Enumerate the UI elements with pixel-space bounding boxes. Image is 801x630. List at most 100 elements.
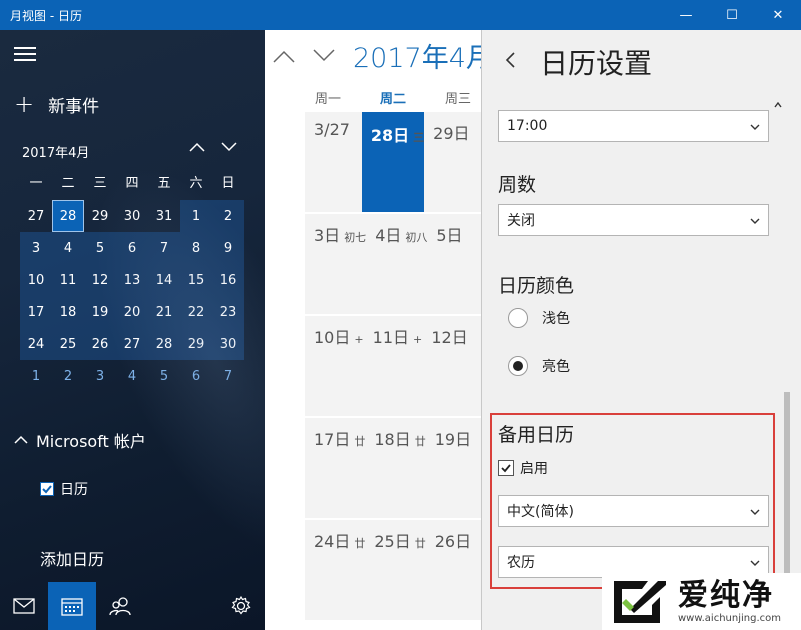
mini-day-cell[interactable]: 24 xyxy=(20,328,52,360)
today-day-cell[interactable]: 28日三 xyxy=(361,112,425,212)
day-cell[interactable]: 3/27 xyxy=(305,112,362,212)
gear-icon[interactable] xyxy=(217,582,265,630)
next-month-icon[interactable] xyxy=(313,44,335,68)
mini-day-cell[interactable]: 5 xyxy=(84,232,116,264)
mini-day-cell[interactable]: 1 xyxy=(180,200,212,232)
minimize-button[interactable]: — xyxy=(663,0,709,30)
window-title: 月视图 - 日历 xyxy=(10,9,82,23)
day-cell[interactable]: 18日廿 xyxy=(365,418,425,518)
mini-day-cell[interactable]: 19 xyxy=(84,296,116,328)
calendar-item-label: 日历 xyxy=(60,482,88,498)
mini-day-cell[interactable]: 7 xyxy=(148,232,180,264)
checkbox-icon[interactable] xyxy=(498,460,514,476)
enable-alternate-calendar[interactable]: 启用 xyxy=(498,458,548,478)
mini-day-cell[interactable]: 7 xyxy=(212,360,244,392)
watermark-brand: 爱纯净 xyxy=(678,577,774,613)
mini-day-cell[interactable]: 26 xyxy=(84,328,116,360)
mini-calendar-next-icon[interactable] xyxy=(219,140,239,156)
alternate-language-select[interactable]: 中文(简体) xyxy=(498,495,769,527)
account-section-header[interactable]: Microsoft 帐户 xyxy=(14,428,146,452)
mini-day-cell[interactable]: 22 xyxy=(180,296,212,328)
mini-day-cell[interactable]: 23 xyxy=(212,296,244,328)
day-cell[interactable]: 11日 + xyxy=(364,316,423,416)
mini-day-cell[interactable]: 29 xyxy=(84,200,116,232)
close-button[interactable]: ✕ xyxy=(755,0,801,30)
scroll-up-arrow-icon[interactable] xyxy=(774,100,782,111)
mini-day-cell[interactable]: 4 xyxy=(116,360,148,392)
maximize-button[interactable]: ☐ xyxy=(709,0,755,30)
mini-day-cell[interactable]: 9 xyxy=(212,232,244,264)
day-cell[interactable]: 3日 初七 xyxy=(305,214,366,314)
people-icon[interactable] xyxy=(96,582,144,630)
enable-label: 启用 xyxy=(520,461,548,477)
mini-day-cell[interactable]: 1 xyxy=(20,360,52,392)
mini-week-row: 10 11 12 13 14 15 16 xyxy=(20,264,244,296)
checkbox-icon[interactable] xyxy=(40,482,54,496)
color-option-bright-label: 亮色 xyxy=(542,359,570,375)
day-cell[interactable]: 12日 xyxy=(422,316,481,416)
day-cell[interactable]: 26日 xyxy=(426,520,481,620)
mini-day-cell[interactable]: 12 xyxy=(84,264,116,296)
day-cell[interactable]: 24日廿 xyxy=(305,520,365,620)
week-numbers-value: 关闭 xyxy=(507,213,535,229)
day-cell[interactable]: 25日廿 xyxy=(365,520,425,620)
color-option-light[interactable]: 浅色 xyxy=(508,308,570,328)
mini-day-cell[interactable]: 3 xyxy=(84,360,116,392)
mini-day-cell[interactable]: 11 xyxy=(52,264,84,296)
mini-day-cell[interactable]: 6 xyxy=(116,232,148,264)
mini-day-cell[interactable]: 20 xyxy=(116,296,148,328)
mini-day-cell[interactable]: 16 xyxy=(212,264,244,296)
mini-weekday-label: 五 xyxy=(157,175,171,191)
mini-day-cell[interactable]: 4 xyxy=(52,232,84,264)
calendar-toggle[interactable]: 日历 xyxy=(40,479,88,499)
new-event-button[interactable]: + 新事件 xyxy=(14,90,99,118)
mini-day-cell[interactable]: 3 xyxy=(20,232,52,264)
mini-day-cell[interactable]: 25 xyxy=(52,328,84,360)
mini-day-cell[interactable]: 14 xyxy=(148,264,180,296)
day-cell[interactable]: 19日 xyxy=(426,418,481,518)
add-calendar-link[interactable]: 添加日历 xyxy=(40,546,104,570)
day-date: 3日 xyxy=(314,226,341,245)
lunar-date: 三 xyxy=(413,131,425,144)
day-cell[interactable]: 5日 xyxy=(427,214,481,314)
mini-day-cell[interactable]: 15 xyxy=(180,264,212,296)
back-arrow-icon[interactable] xyxy=(504,50,516,74)
mini-day-cell[interactable]: 13 xyxy=(116,264,148,296)
hamburger-menu-icon[interactable] xyxy=(14,47,36,61)
week-numbers-select[interactable]: 关闭 xyxy=(498,204,769,236)
app-switcher-bar xyxy=(0,582,265,630)
mini-day-cell[interactable]: 30 xyxy=(116,200,148,232)
radio-unchecked-icon[interactable] xyxy=(508,308,528,328)
radio-checked-icon[interactable] xyxy=(508,356,528,376)
mini-day-cell[interactable]: 21 xyxy=(148,296,180,328)
work-hours-end-select[interactable]: 17:00 xyxy=(498,110,769,142)
mini-day-cell[interactable]: 5 xyxy=(148,360,180,392)
mini-day-cell[interactable]: 27 xyxy=(116,328,148,360)
color-option-bright[interactable]: 亮色 xyxy=(508,356,570,376)
mini-day-cell[interactable]: 10 xyxy=(20,264,52,296)
day-cell[interactable]: 29日 xyxy=(424,112,481,212)
calendar-icon[interactable] xyxy=(48,582,96,630)
mini-day-cell[interactable]: 30 xyxy=(212,328,244,360)
month-title[interactable]: 2017年4月 xyxy=(353,36,481,75)
day-cell[interactable]: 4日 初八 xyxy=(366,214,427,314)
mini-day-cell[interactable]: 27 xyxy=(20,200,52,232)
previous-month-icon[interactable] xyxy=(273,44,295,68)
mini-day-cell[interactable]: 31 xyxy=(148,200,180,232)
mail-icon[interactable] xyxy=(0,582,48,630)
mini-day-cell[interactable]: 17 xyxy=(20,296,52,328)
mini-day-cell[interactable]: 28 xyxy=(148,328,180,360)
mini-day-cell[interactable]: 2 xyxy=(212,200,244,232)
mini-day-cell[interactable]: 2 xyxy=(52,360,84,392)
mini-day-cell[interactable]: 28 xyxy=(52,200,84,232)
mini-day-cell[interactable]: 29 xyxy=(180,328,212,360)
mini-day-cell[interactable]: 18 xyxy=(52,296,84,328)
mini-day-cell[interactable]: 6 xyxy=(180,360,212,392)
mini-calendar-prev-icon[interactable] xyxy=(187,140,207,156)
mini-calendar-month[interactable]: 2017年4月 xyxy=(22,142,89,161)
week-row: 3/27 28日三 29日 xyxy=(305,110,481,212)
day-cell[interactable]: 17日廿 xyxy=(305,418,365,518)
mini-day-cell[interactable]: 8 xyxy=(180,232,212,264)
day-cell[interactable]: 10日 + xyxy=(305,316,364,416)
watermark-url: www.aichunjing.com xyxy=(678,612,781,624)
